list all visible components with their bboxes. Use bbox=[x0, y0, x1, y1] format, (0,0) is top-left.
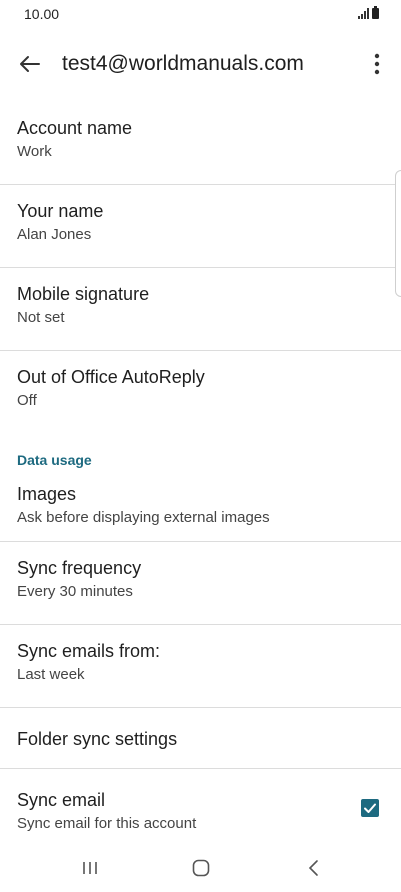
setting-value: Ask before displaying external images bbox=[17, 509, 270, 526]
page-title: test4@worldmanuals.com bbox=[62, 52, 304, 75]
out-of-office-setting[interactable]: Out of Office AutoReply Off bbox=[0, 351, 401, 434]
chevron-left-icon bbox=[308, 860, 318, 876]
setting-title: Out of Office AutoReply bbox=[17, 367, 205, 387]
sync-frequency-setting[interactable]: Sync frequency Every 30 minutes bbox=[0, 542, 401, 625]
setting-value: Every 30 minutes bbox=[17, 583, 133, 600]
status-icons bbox=[358, 6, 379, 19]
recent-apps-icon bbox=[83, 862, 97, 874]
setting-title: Sync email bbox=[17, 790, 106, 810]
setting-title: Account name bbox=[17, 118, 133, 138]
back-button[interactable] bbox=[14, 48, 46, 80]
setting-title: Folder sync settings bbox=[17, 729, 178, 749]
setting-title: Your name bbox=[17, 201, 104, 221]
images-setting[interactable]: Images Ask before displaying external im… bbox=[0, 473, 401, 542]
sync-email-setting[interactable]: Sync email Sync email for this account bbox=[0, 769, 401, 852]
your-name-setting[interactable]: Your name Alan Jones bbox=[0, 185, 401, 268]
settings-list: Account name Work Your name Alan Jones M… bbox=[0, 102, 401, 852]
sync-email-checkbox[interactable] bbox=[361, 799, 379, 817]
section-header-data-usage: Data usage bbox=[17, 452, 92, 468]
arrow-left-icon bbox=[20, 56, 40, 72]
scrollbar-handle[interactable] bbox=[395, 170, 401, 297]
mobile-signature-setting[interactable]: Mobile signature Not set bbox=[0, 268, 401, 351]
more-vert-icon bbox=[374, 53, 380, 75]
navigation-bar bbox=[0, 842, 401, 892]
recent-apps-button[interactable] bbox=[78, 856, 102, 880]
setting-title: Mobile signature bbox=[17, 284, 150, 304]
setting-title: Sync emails from: bbox=[17, 641, 161, 661]
back-nav-button[interactable] bbox=[302, 856, 326, 880]
home-button[interactable] bbox=[189, 856, 213, 880]
signal-icon bbox=[358, 8, 369, 19]
setting-title: Sync frequency bbox=[17, 558, 142, 578]
more-options-button[interactable] bbox=[363, 48, 391, 80]
setting-value: Sync email for this account bbox=[17, 815, 197, 832]
check-icon bbox=[364, 803, 376, 813]
setting-title: Images bbox=[17, 484, 77, 504]
sync-emails-from-setting[interactable]: Sync emails from: Last week bbox=[0, 625, 401, 708]
folder-sync-setting[interactable]: Folder sync settings bbox=[0, 708, 401, 769]
home-icon bbox=[192, 859, 210, 877]
battery-icon bbox=[372, 6, 379, 19]
status-time: 10.00 bbox=[24, 6, 60, 22]
setting-value: Not set bbox=[17, 309, 65, 326]
setting-value: Off bbox=[17, 392, 37, 409]
setting-value: Alan Jones bbox=[17, 226, 92, 243]
account-name-setting[interactable]: Account name Work bbox=[0, 102, 401, 185]
setting-value: Work bbox=[17, 143, 52, 160]
status-bar: 10.00 bbox=[0, 0, 401, 30]
app-bar: test4@worldmanuals.com bbox=[0, 38, 401, 90]
setting-value: Last week bbox=[17, 666, 85, 683]
